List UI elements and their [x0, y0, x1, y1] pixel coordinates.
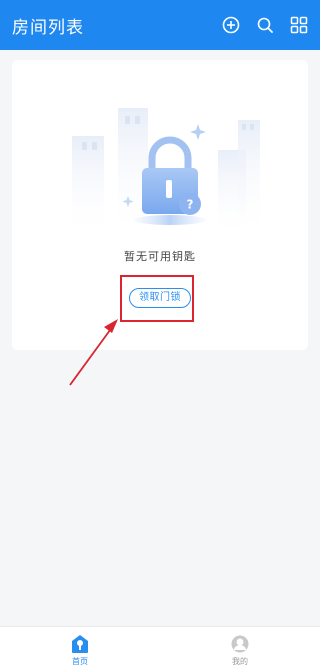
- add-circle-icon[interactable]: [220, 14, 242, 36]
- app-header: 房间列表: [0, 0, 320, 50]
- locked-padlock-illustration: ?: [70, 100, 260, 240]
- tab-home-label: 首页: [72, 656, 88, 666]
- search-icon[interactable]: [254, 14, 276, 36]
- annotation-highlight-box: [120, 275, 194, 322]
- svg-text:?: ?: [187, 198, 194, 212]
- tab-home[interactable]: 首页: [0, 627, 160, 672]
- tab-profile-label: 我的: [232, 656, 248, 666]
- profile-avatar-icon: [231, 635, 249, 652]
- grid-menu-icon[interactable]: [288, 14, 310, 36]
- home-key-icon: [72, 634, 88, 653]
- empty-state-message: 暂无可用钥匙: [124, 250, 196, 263]
- page-title: 房间列表: [12, 17, 84, 38]
- tab-profile[interactable]: 我的: [160, 627, 320, 672]
- bottom-tab-bar: 首页 我的: [0, 626, 320, 672]
